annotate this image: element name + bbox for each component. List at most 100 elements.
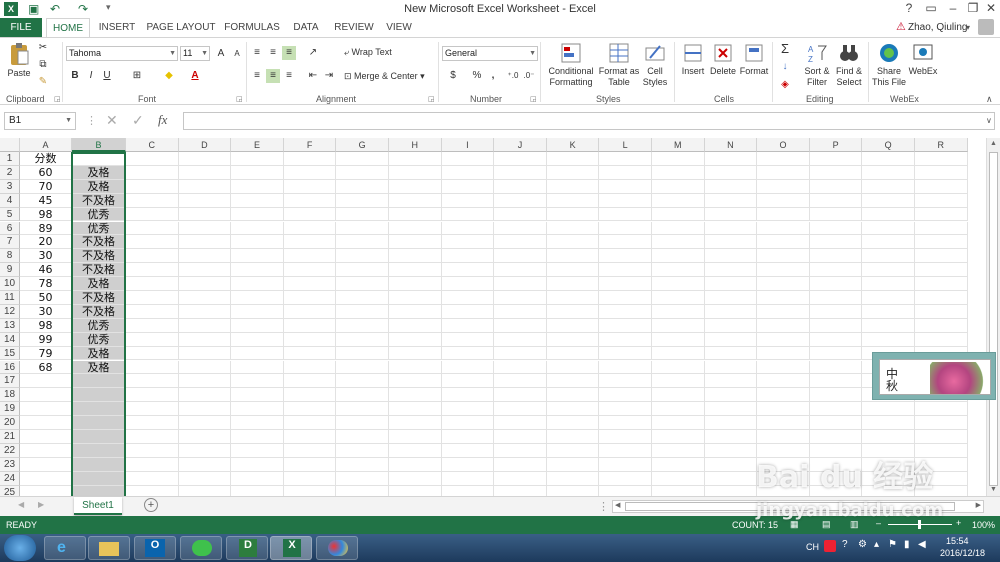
table-cell[interactable] bbox=[546, 360, 600, 375]
table-cell[interactable] bbox=[809, 332, 863, 347]
clock-date[interactable]: 2016/12/18 bbox=[940, 548, 985, 558]
table-cell[interactable]: 及格 bbox=[72, 165, 126, 180]
column-header[interactable]: O bbox=[757, 138, 810, 152]
row-header[interactable]: 12 bbox=[0, 304, 20, 319]
table-cell[interactable] bbox=[915, 179, 968, 194]
row-header[interactable]: 21 bbox=[0, 430, 20, 444]
table-cell[interactable] bbox=[231, 207, 284, 222]
table-cell[interactable] bbox=[704, 193, 758, 208]
table-cell[interactable] bbox=[389, 430, 442, 444]
table-cell[interactable] bbox=[809, 318, 863, 333]
cancel-icon[interactable]: ✕ bbox=[106, 112, 118, 129]
table-cell[interactable] bbox=[652, 430, 705, 444]
table-cell[interactable] bbox=[179, 485, 232, 496]
table-cell[interactable] bbox=[389, 207, 442, 222]
table-cell[interactable] bbox=[494, 179, 547, 194]
table-cell[interactable] bbox=[283, 277, 337, 291]
row-header[interactable]: 22 bbox=[0, 443, 20, 458]
table-cell[interactable] bbox=[389, 346, 442, 361]
bold-button[interactable]: B bbox=[68, 69, 82, 83]
table-cell[interactable] bbox=[652, 485, 705, 496]
table-cell[interactable] bbox=[231, 179, 284, 194]
table-cell[interactable] bbox=[599, 318, 652, 333]
user-dropdown-icon[interactable]: ▾ bbox=[966, 23, 970, 32]
table-cell[interactable] bbox=[494, 332, 547, 347]
table-cell[interactable] bbox=[494, 443, 547, 458]
table-cell[interactable] bbox=[704, 388, 758, 403]
table-cell[interactable] bbox=[599, 485, 652, 496]
table-cell[interactable] bbox=[757, 430, 810, 444]
table-cell[interactable] bbox=[20, 374, 72, 389]
select-all-corner[interactable] bbox=[0, 138, 20, 152]
table-cell[interactable]: 优秀 bbox=[72, 318, 126, 333]
table-cell[interactable] bbox=[336, 221, 389, 236]
table-cell[interactable] bbox=[494, 193, 547, 208]
table-cell[interactable] bbox=[389, 221, 442, 236]
tab-split-handle-icon[interactable]: ⋮ bbox=[598, 500, 609, 513]
table-cell[interactable] bbox=[546, 471, 600, 486]
table-cell[interactable] bbox=[389, 179, 442, 194]
table-cell[interactable] bbox=[389, 152, 442, 166]
cut-icon[interactable]: ✂ bbox=[36, 41, 50, 55]
minimize-icon[interactable]: – bbox=[942, 1, 964, 17]
tab-file[interactable]: FILE bbox=[0, 18, 42, 38]
table-cell[interactable] bbox=[494, 402, 547, 417]
table-cell[interactable] bbox=[126, 485, 179, 496]
tab-insert[interactable]: INSERT bbox=[96, 18, 138, 38]
table-cell[interactable] bbox=[231, 457, 284, 472]
font-size-combo[interactable]: 11 ▼ bbox=[180, 46, 210, 61]
table-cell[interactable] bbox=[757, 388, 810, 403]
table-cell[interactable] bbox=[599, 249, 652, 264]
table-cell[interactable]: 89 bbox=[20, 221, 72, 236]
table-cell[interactable] bbox=[283, 207, 337, 222]
table-cell[interactable] bbox=[283, 346, 337, 361]
user-name[interactable]: Zhao, Qiuling bbox=[908, 22, 967, 33]
prev-sheet-icon[interactable]: ◀ bbox=[18, 500, 24, 509]
table-cell[interactable] bbox=[915, 235, 968, 250]
table-cell[interactable] bbox=[652, 360, 705, 375]
table-cell[interactable] bbox=[652, 374, 705, 389]
table-cell[interactable]: 60 bbox=[20, 165, 72, 180]
table-cell[interactable] bbox=[494, 263, 547, 278]
table-cell[interactable] bbox=[284, 485, 337, 496]
table-cell[interactable] bbox=[389, 388, 442, 403]
table-cell[interactable] bbox=[231, 332, 284, 347]
table-cell[interactable] bbox=[546, 291, 600, 305]
table-cell[interactable] bbox=[652, 263, 705, 278]
table-cell[interactable] bbox=[546, 374, 600, 389]
table-cell[interactable] bbox=[231, 360, 284, 375]
table-cell[interactable] bbox=[546, 430, 600, 444]
app-d-taskbar-icon[interactable]: D bbox=[226, 536, 268, 560]
row-header[interactable]: 16 bbox=[0, 360, 20, 375]
table-cell[interactable] bbox=[72, 443, 126, 458]
table-cell[interactable] bbox=[72, 402, 126, 417]
table-cell[interactable] bbox=[652, 207, 705, 222]
table-cell[interactable] bbox=[705, 485, 758, 496]
table-cell[interactable] bbox=[546, 332, 600, 347]
table-cell[interactable] bbox=[126, 346, 179, 361]
table-cell[interactable] bbox=[546, 179, 600, 194]
table-cell[interactable] bbox=[809, 304, 863, 319]
table-cell[interactable] bbox=[231, 430, 284, 444]
table-cell[interactable] bbox=[441, 402, 495, 417]
table-cell[interactable] bbox=[809, 179, 863, 194]
explorer-taskbar-icon[interactable] bbox=[88, 536, 130, 560]
table-cell[interactable] bbox=[652, 277, 705, 291]
table-cell[interactable] bbox=[283, 360, 337, 375]
table-cell[interactable] bbox=[231, 193, 284, 208]
row-header[interactable]: 17 bbox=[0, 374, 20, 389]
row-header[interactable]: 9 bbox=[0, 263, 20, 278]
column-header[interactable]: I bbox=[441, 138, 495, 152]
table-cell[interactable]: 45 bbox=[20, 193, 72, 208]
table-cell[interactable] bbox=[809, 374, 863, 389]
table-cell[interactable] bbox=[494, 291, 547, 305]
table-cell[interactable] bbox=[336, 416, 389, 430]
table-cell[interactable] bbox=[441, 291, 495, 305]
column-header[interactable]: L bbox=[599, 138, 652, 152]
table-cell[interactable] bbox=[546, 221, 600, 236]
table-cell[interactable] bbox=[704, 471, 758, 486]
wrap-text-button[interactable]: ⤶ Wrap Text bbox=[344, 47, 392, 58]
table-cell[interactable]: 46 bbox=[20, 263, 72, 278]
table-cell[interactable] bbox=[283, 402, 337, 417]
table-cell[interactable] bbox=[336, 207, 389, 222]
